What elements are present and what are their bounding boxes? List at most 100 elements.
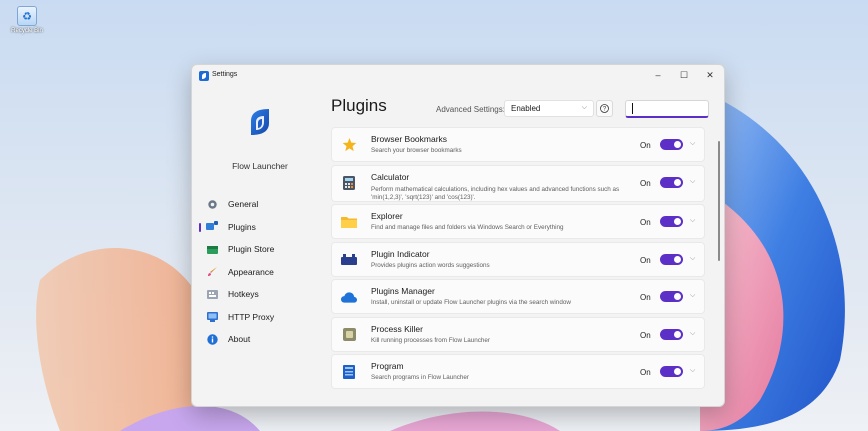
chevron-down-icon[interactable]: ⌵ <box>690 178 695 186</box>
sidebar-item-general[interactable]: General <box>200 193 324 216</box>
plugin-description: Kill running processes from Flow Launche… <box>371 336 490 344</box>
sidebar-item-hotkeys[interactable]: Hotkeys <box>200 283 324 306</box>
cloud-icon <box>341 290 357 304</box>
plugin-search-input[interactable] <box>625 100 709 118</box>
flow-launcher-icon <box>199 71 209 81</box>
help-icon: ? <box>600 104 609 113</box>
plugin-card-program[interactable]: Program Search programs in Flow Launcher… <box>331 354 705 389</box>
toggle-knob <box>674 293 681 300</box>
plugin-state-label: On <box>640 255 651 265</box>
sidebar-item-about[interactable]: About <box>200 328 324 351</box>
chevron-down-icon: ⌵ <box>581 104 587 111</box>
sidebar: Flow Launcher General Plugins Plugin Sto… <box>192 87 328 406</box>
plugin-card-plugins-manager[interactable]: Plugins Manager Install, uninstall or up… <box>331 279 705 314</box>
plugin-state-label: On <box>640 293 651 302</box>
plugin-enable-toggle[interactable] <box>660 366 683 377</box>
sidebar-item-http-proxy[interactable]: HTTP Proxy <box>200 306 324 329</box>
plugin-description: Find and manage files and folders via Wi… <box>371 224 564 231</box>
help-button[interactable]: ? <box>596 100 613 117</box>
toggle-knob <box>674 178 681 186</box>
program-icon <box>341 365 357 379</box>
sidebar-item-plugins[interactable]: Plugins <box>199 216 324 239</box>
plugin-name: Plugin Indicator <box>371 248 430 259</box>
plugin-name: Program <box>371 361 404 371</box>
plugin-description: Perform mathematical calculations, inclu… <box>371 185 620 201</box>
toggle-knob <box>674 141 681 148</box>
plugin-card-calculator[interactable]: Calculator Perform mathematical calculat… <box>331 164 705 202</box>
app-name: Flow Launcher <box>232 161 288 171</box>
plugins-icon <box>206 221 218 233</box>
close-button[interactable]: ✕ <box>697 66 723 84</box>
plugin-name: Calculator <box>371 171 410 182</box>
toggle-knob <box>674 368 681 375</box>
recycle-bin[interactable]: ♻ Recycle Bin <box>6 6 48 34</box>
plugin-name: Explorer <box>371 211 403 221</box>
scrollbar[interactable] <box>718 141 720 261</box>
plugin-enable-toggle[interactable] <box>660 139 683 150</box>
text-caret <box>632 103 633 114</box>
chevron-down-icon[interactable]: ⌵ <box>690 330 695 338</box>
sidebar-item-label: Plugins <box>228 221 256 232</box>
advanced-settings-label: Advanced Settings: <box>436 105 505 114</box>
proxy-icon <box>206 311 218 323</box>
plugin-enable-toggle[interactable] <box>660 328 683 340</box>
recycle-bin-icon: ♻ <box>17 6 37 26</box>
minimize-button[interactable]: – <box>645 66 671 84</box>
plugin-description: Install, uninstall or update Flow Launch… <box>371 299 571 306</box>
maximize-button[interactable]: ☐ <box>671 66 697 84</box>
plugin-enable-toggle[interactable] <box>660 253 683 265</box>
plugin-card-process-killer[interactable]: Process Killer Kill running processes fr… <box>331 316 705 352</box>
plugin-list: Browser Bookmarks Search your browser bo… <box>331 127 705 392</box>
plugin-enable-toggle[interactable] <box>660 176 683 188</box>
sidebar-item-label: About <box>228 334 251 345</box>
store-icon <box>206 243 218 255</box>
sidebar-nav: General Plugins Plugin Store Appearance … <box>199 193 324 351</box>
indicator-icon <box>341 253 357 267</box>
main-content: Plugins Advanced Settings: Enabled ⌵ ? B… <box>328 87 724 406</box>
advanced-settings-dropdown[interactable]: Enabled ⌵ <box>504 100 594 117</box>
sidebar-item-label: HTTP Proxy <box>228 311 275 322</box>
plugin-card-plugin-indicator[interactable]: Plugin Indicator Provides plugins action… <box>331 241 705 277</box>
folder-icon <box>341 215 357 229</box>
window-title: Settings <box>212 71 238 78</box>
toggle-knob <box>674 218 681 225</box>
calculator-icon <box>341 175 357 190</box>
chevron-down-icon[interactable]: ⌵ <box>690 140 695 148</box>
sidebar-item-label: Plugin Store <box>228 244 275 255</box>
plugin-name: Plugins Manager <box>371 286 435 296</box>
chevron-down-icon[interactable]: ⌵ <box>690 292 695 300</box>
sidebar-item-label: Appearance <box>228 266 274 277</box>
brush-icon <box>206 266 218 278</box>
gear-icon <box>206 198 218 210</box>
plugin-description: Provides plugins action words suggestion… <box>371 261 490 269</box>
plugin-state-label: On <box>640 368 651 377</box>
plugin-description: Search programs in Flow Launcher <box>371 374 469 381</box>
sidebar-item-label: General <box>228 199 259 210</box>
chevron-down-icon[interactable]: ⌵ <box>690 217 695 225</box>
plugin-state-label: On <box>640 218 651 227</box>
svg-text:?: ? <box>603 107 607 113</box>
sidebar-item-appearance[interactable]: Appearance <box>200 261 324 284</box>
flow-launcher-logo <box>251 109 269 135</box>
plugin-enable-toggle[interactable] <box>660 216 683 227</box>
plugin-state-label: On <box>640 141 651 150</box>
plugin-state-label: On <box>640 178 651 188</box>
plugin-card-browser-bookmarks[interactable]: Browser Bookmarks Search your browser bo… <box>331 127 705 162</box>
sidebar-item-plugin-store[interactable]: Plugin Store <box>200 238 324 261</box>
sidebar-item-label: Hotkeys <box>228 289 259 300</box>
plugin-state-label: On <box>640 330 651 340</box>
plugin-name: Process Killer <box>371 323 423 334</box>
toggle-knob <box>674 330 681 338</box>
star-icon <box>341 138 357 152</box>
plugin-name: Browser Bookmarks <box>371 134 448 144</box>
chevron-down-icon[interactable]: ⌵ <box>690 367 695 375</box>
chevron-down-icon[interactable]: ⌵ <box>690 255 695 263</box>
recycle-bin-label: Recycle Bin <box>11 28 43 34</box>
plugin-enable-toggle[interactable] <box>660 291 683 302</box>
process-icon <box>341 328 357 342</box>
settings-window: Settings – ☐ ✕ Flow Launcher General Plu… <box>191 64 725 407</box>
plugin-description: Search your browser bookmarks <box>371 147 462 154</box>
page-title: Plugins <box>331 96 387 115</box>
title-bar[interactable]: Settings – ☐ ✕ <box>192 65 724 87</box>
plugin-card-explorer[interactable]: Explorer Find and manage files and folde… <box>331 204 705 239</box>
